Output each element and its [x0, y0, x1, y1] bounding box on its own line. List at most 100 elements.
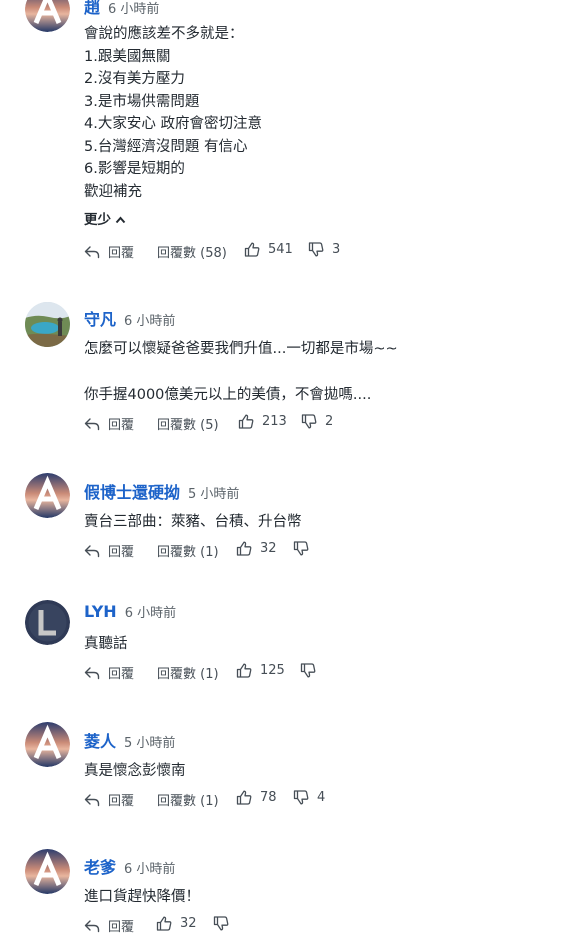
comment-header: 老爹 6 小時前	[84, 854, 175, 878]
replies-count-button[interactable]: 回覆數 (5)	[157, 414, 219, 433]
author-name[interactable]: 老爹	[84, 858, 116, 877]
avatar[interactable]	[25, 0, 70, 32]
dislike-button[interactable]	[300, 663, 324, 678]
avatar[interactable]	[25, 600, 70, 645]
default-avatar-icon	[25, 722, 70, 767]
dislike-button[interactable]	[293, 541, 317, 556]
like-button[interactable]: 32	[236, 541, 277, 556]
comment-text-line: 怎麼可以懷疑爸爸要我們升值...一切都是市場~~	[84, 341, 398, 357]
like-button[interactable]: 541	[244, 242, 293, 257]
thumbs-up-icon	[236, 790, 252, 805]
default-avatar-icon	[25, 0, 70, 32]
like-button[interactable]: 213	[238, 414, 287, 429]
author-name[interactable]: 假博士還硬拗	[84, 483, 180, 502]
dislike-button[interactable]: 3	[308, 242, 340, 257]
thumbs-down-icon	[293, 790, 309, 805]
comment-text-line: 1.跟美國無關	[84, 49, 171, 65]
avatar[interactable]	[25, 302, 70, 347]
reply-button[interactable]: 回覆	[84, 242, 134, 261]
comment-header: 假博士還硬拗 5 小時前	[84, 479, 239, 503]
reply-label: 回覆	[108, 418, 135, 433]
comment-text-line: 進口貨趕快降價！	[84, 889, 200, 905]
dislike-button[interactable]: 2	[301, 414, 333, 429]
timestamp: 6 小時前	[124, 314, 176, 329]
dislike-count: 3	[332, 242, 341, 257]
reply-button[interactable]: 回覆	[84, 663, 134, 682]
replies-count: 回覆數 (1)	[157, 794, 219, 809]
comment-header: 守凡 6 小時前	[84, 306, 175, 330]
thumbs-up-icon	[238, 414, 254, 429]
timestamp: 6 小時前	[108, 2, 160, 17]
dislike-count: 2	[325, 414, 334, 429]
comment-header: 菱人 5 小時前	[84, 728, 175, 752]
like-button[interactable]: 32	[156, 916, 197, 931]
thumbs-down-icon	[301, 414, 317, 429]
reply-label: 回覆	[108, 246, 135, 261]
reply-arrow-icon	[84, 245, 100, 258]
reply-arrow-icon	[84, 666, 100, 679]
reply-label: 回覆	[108, 794, 135, 809]
reply-label: 回覆	[108, 545, 135, 560]
replies-count-button[interactable]: 回覆數 (58)	[157, 242, 227, 261]
photo-avatar-icon	[25, 302, 70, 347]
reply-arrow-icon	[84, 544, 100, 557]
timestamp: 6 小時前	[124, 606, 177, 621]
like-count: 78	[260, 790, 277, 805]
like-count: 541	[268, 242, 293, 257]
author-name[interactable]: 菱人	[84, 732, 116, 751]
comment-text-line: 2.沒有美方壓力	[84, 71, 185, 87]
timestamp: 5 小時前	[124, 736, 176, 751]
author-name[interactable]: 趙	[84, 0, 100, 17]
comment-text-line: 真聽話	[84, 636, 128, 652]
avatar[interactable]	[25, 473, 70, 518]
show-less-label: 更少	[84, 212, 111, 228]
reply-arrow-icon	[84, 793, 100, 806]
thumbs-down-icon	[213, 916, 229, 931]
dislike-button[interactable]	[213, 916, 237, 931]
like-count: 125	[260, 663, 285, 678]
reply-arrow-icon	[84, 919, 100, 932]
replies-count: 回覆數 (58)	[157, 246, 227, 261]
author-name[interactable]: LYH	[84, 602, 117, 621]
timestamp: 5 小時前	[188, 487, 240, 502]
timestamp: 6 小時前	[124, 862, 176, 877]
replies-count-button[interactable]: 回覆數 (1)	[157, 663, 219, 682]
reply-button[interactable]: 回覆	[84, 414, 134, 433]
reply-label: 回覆	[108, 667, 135, 682]
replies-count: 回覆數 (5)	[157, 418, 219, 433]
replies-count: 回覆數 (1)	[157, 545, 219, 560]
comment-text-line: 5.台灣經濟沒問題 有信心	[84, 139, 248, 155]
comment-text-line: 4.大家安心 政府會密切注意	[84, 116, 262, 132]
reply-button[interactable]: 回覆	[84, 916, 134, 935]
replies-count: 回覆數 (1)	[157, 667, 219, 682]
avatar[interactable]	[25, 849, 70, 894]
comment-text-line: 你手握4000億美元以上的美債，不會拋嗎....	[84, 387, 372, 403]
dislike-button[interactable]: 4	[293, 790, 325, 805]
comment-text-line: 會說的應該差不多就是：	[84, 26, 244, 42]
default-avatar-icon	[25, 473, 70, 518]
thumbs-up-icon	[156, 916, 172, 931]
comment-header: LYH 6 小時前	[84, 602, 176, 621]
replies-count-button[interactable]: 回覆數 (1)	[157, 541, 219, 560]
thumbs-up-icon	[244, 242, 260, 257]
dislike-count: 4	[317, 790, 326, 805]
like-count: 32	[180, 916, 197, 931]
reply-arrow-icon	[84, 417, 100, 430]
avatar[interactable]	[25, 722, 70, 767]
chevron-up-icon	[115, 216, 126, 224]
like-count: 213	[262, 414, 287, 429]
reply-button[interactable]: 回覆	[84, 790, 134, 809]
like-button[interactable]: 78	[236, 790, 277, 805]
default-avatar-icon	[25, 849, 70, 894]
comment-text-line: 歡迎補充	[84, 184, 142, 200]
comment-header: 趙 6 小時前	[84, 0, 159, 18]
replies-count-button[interactable]: 回覆數 (1)	[157, 790, 219, 809]
author-name[interactable]: 守凡	[84, 310, 116, 329]
letter-l-avatar-icon	[25, 600, 70, 645]
like-button[interactable]: 125	[236, 663, 285, 678]
comment-text-line: 真是懷念彭懷南	[84, 763, 186, 779]
comment-text-line: 6.影響是短期的	[84, 161, 185, 177]
show-less-button[interactable]: 更少	[84, 208, 126, 228]
reply-button[interactable]: 回覆	[84, 541, 134, 560]
thumbs-down-icon	[308, 242, 324, 257]
